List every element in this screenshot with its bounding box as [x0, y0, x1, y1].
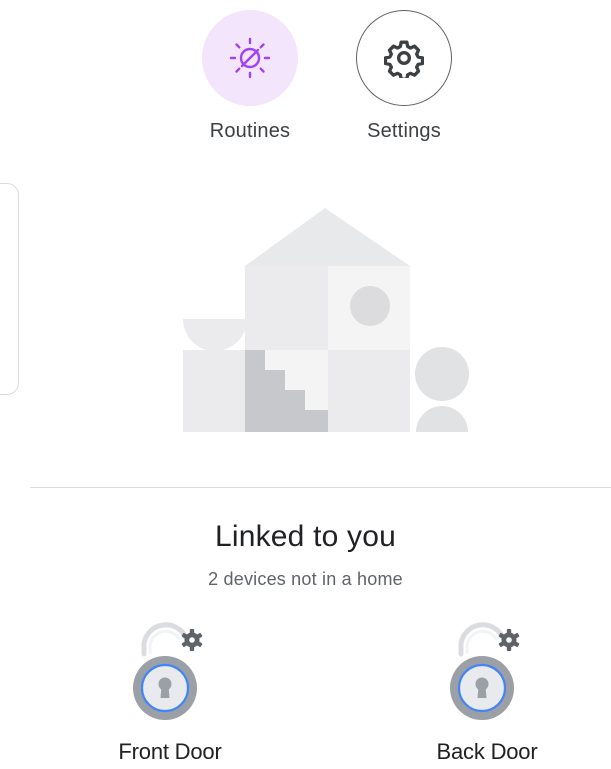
home-illustration	[183, 208, 469, 432]
device-back-door[interactable]: Back Door	[402, 618, 572, 765]
linked-section-title: Linked to you	[214, 520, 397, 553]
device-name: Front Door	[118, 739, 222, 764]
routines-sun-icon	[229, 37, 271, 79]
settings-button[interactable]: Settings	[344, 10, 464, 143]
smart-lock-icon	[133, 622, 203, 720]
card-edge	[0, 183, 19, 395]
section-divider	[30, 487, 611, 488]
smart-lock-icon	[450, 622, 520, 720]
settings-icon-circle	[356, 10, 452, 106]
routines-label: Routines	[209, 120, 291, 142]
routines-icon-circle	[202, 10, 298, 106]
routines-button[interactable]: Routines	[190, 10, 310, 143]
settings-label: Settings	[367, 120, 441, 142]
gear-icon	[384, 40, 424, 78]
device-front-door[interactable]: Front Door	[85, 618, 255, 765]
linked-section-subtitle: 2 devices not in a home	[208, 569, 403, 589]
device-name: Back Door	[436, 739, 538, 764]
